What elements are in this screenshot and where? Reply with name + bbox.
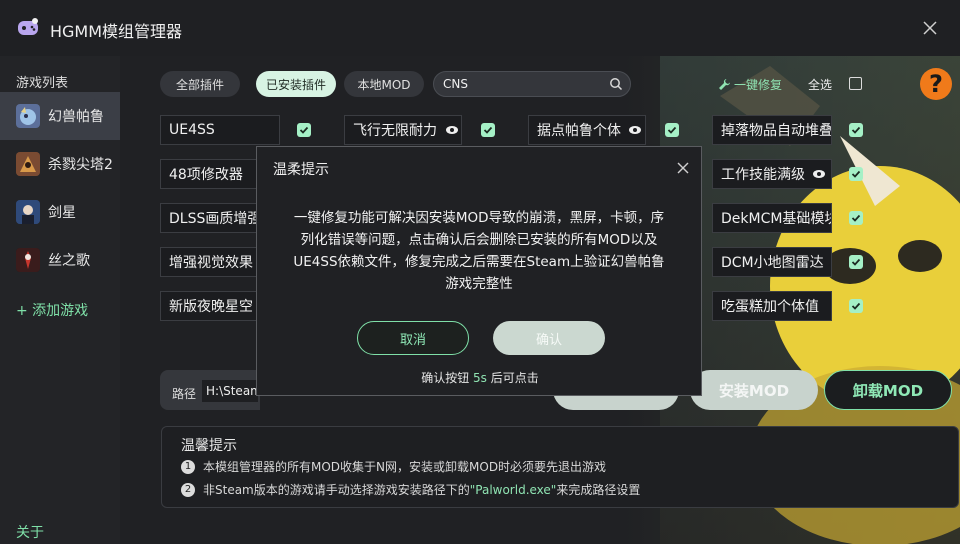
search-input[interactable] — [443, 77, 603, 91]
plugin-name: 飞行无限耐力 — [353, 123, 437, 139]
check-icon — [299, 126, 309, 134]
plugin-checkbox[interactable] — [849, 299, 863, 313]
plugin-checkbox[interactable] — [665, 123, 679, 137]
check-icon — [851, 258, 861, 266]
dialog-message: 一键修复功能可解决因安装MOD导致的崩溃，黑屏，卡顿，序列化错误等问题，点击确认… — [293, 210, 665, 292]
dialog-close-icon[interactable] — [675, 160, 691, 176]
select-all-label: 全选 — [808, 78, 833, 92]
silksong-icon — [16, 248, 40, 272]
tip-number-badge: 2 — [181, 482, 195, 497]
wrench-icon — [719, 79, 730, 90]
sidebar-item-label: 丝之歌 — [48, 253, 90, 269]
plugin-checkbox[interactable] — [481, 123, 495, 137]
plugin-checkbox[interactable] — [297, 123, 311, 137]
palworld-icon — [16, 104, 40, 128]
tip-row: 1 本模组管理器的所有MOD收集于N网，安装或卸载MOD时必须要先退出游戏 — [181, 458, 606, 475]
add-game-button[interactable]: + 添加游戏 — [16, 300, 88, 320]
about-link[interactable]: 关于 — [16, 522, 44, 542]
tip-text: 本模组管理器的所有MOD收集于N网，安装或卸载MOD时必须要先退出游戏 — [203, 460, 607, 474]
tip-row: 2 非Steam版本的游戏请手动选择游戏安装路径下的 "Palworld.exe"… — [181, 481, 640, 498]
sidebar-item-silksong[interactable]: 丝之歌 — [0, 236, 120, 284]
path-label: 路径 — [172, 387, 197, 401]
tip-text: 来完成路径设置 — [556, 483, 641, 497]
countdown-text: 后可点击 — [486, 371, 539, 385]
countdown-text: 确认按钮 — [421, 371, 474, 385]
dialog-confirm-button[interactable]: 确认 — [493, 321, 605, 355]
check-icon — [851, 170, 861, 178]
repair-label: 一键修复 — [734, 78, 783, 92]
countdown-seconds: 5s — [473, 371, 487, 385]
search-icon[interactable] — [609, 77, 623, 91]
plugin-cell[interactable]: 掉落物品自动堆叠 — [712, 115, 832, 145]
sidebar-item-label: 剑星 — [48, 205, 76, 221]
plugin-checkbox[interactable] — [849, 255, 863, 269]
tip-text: 非Steam版本的游戏请手动选择游戏安装路径下的 — [203, 483, 470, 497]
check-icon — [851, 302, 861, 310]
tips-title: 温馨提示 — [181, 438, 237, 454]
app-logo-icon — [18, 18, 38, 35]
check-icon — [851, 214, 861, 222]
plugin-cell[interactable]: DekMCM基础模块 — [712, 203, 832, 233]
check-icon — [851, 126, 861, 134]
sidebar-item-stellar-blade[interactable]: 剑星 — [0, 188, 120, 236]
plugin-checkbox[interactable] — [849, 211, 863, 225]
window-close-icon[interactable] — [920, 18, 940, 38]
path-input[interactable]: H:\Steam — [202, 380, 258, 402]
sidebar-item-label: 幻兽帕鲁 — [48, 109, 104, 125]
app-title: HGMM模组管理器 — [50, 22, 183, 41]
check-icon — [483, 126, 493, 134]
filter-local-mod[interactable]: 本地MOD — [344, 71, 424, 97]
plugin-checkbox[interactable] — [849, 123, 863, 137]
filter-all-plugins[interactable]: 全部插件 — [160, 71, 240, 97]
tip-number-badge: 1 — [181, 459, 195, 474]
plugin-checkbox[interactable] — [849, 167, 863, 181]
search-box — [433, 71, 631, 97]
one-click-repair-button[interactable]: 一键修复 — [718, 76, 782, 93]
slay-the-spire-icon — [16, 152, 40, 176]
plugin-cell[interactable]: DCM小地图雷达 — [712, 247, 832, 277]
check-icon — [667, 126, 677, 134]
eye-icon[interactable] — [445, 125, 459, 135]
install-mod-button[interactable]: 安装MOD — [690, 370, 818, 410]
sidebar-item-palworld[interactable]: 幻兽帕鲁 — [0, 92, 120, 140]
uninstall-mod-button[interactable]: 卸载MOD — [824, 370, 952, 410]
plugin-name: 工作技能满级 — [721, 167, 805, 183]
eye-icon[interactable] — [628, 125, 642, 135]
plugin-cell[interactable]: 吃蛋糕加个体值 — [712, 291, 832, 321]
eye-icon[interactable] — [812, 169, 826, 179]
sidebar-heading: 游戏列表 — [16, 76, 69, 91]
sidebar-item-slay-the-spire-2[interactable]: 杀戮尖塔2 — [0, 140, 120, 188]
title-bar: HGMM模组管理器 — [0, 0, 960, 56]
dialog-title: 温柔提示 — [273, 162, 329, 178]
select-all-checkbox[interactable] — [849, 77, 862, 90]
help-button[interactable]: ? — [920, 68, 952, 100]
sidebar: 游戏列表 幻兽帕鲁 杀戮尖塔2 剑星 丝之歌 + 添加游戏 关于 — [0, 56, 120, 544]
dialog-cancel-button[interactable]: 取消 — [357, 321, 469, 355]
plugin-cell[interactable]: UE4SS — [160, 115, 280, 145]
plugin-name: 据点帕鲁个体 — [537, 123, 621, 139]
sidebar-item-label: 杀戮尖塔2 — [48, 157, 113, 173]
stellar-blade-icon — [16, 200, 40, 224]
filter-installed-plugins[interactable]: 已安装插件 — [256, 71, 336, 97]
tip-exe-name: "Palworld.exe" — [469, 482, 557, 497]
repair-confirm-dialog: 温柔提示 一键修复功能可解决因安装MOD导致的崩溃，黑屏，卡顿，序列化错误等问题… — [256, 146, 702, 396]
dialog-countdown: 确认按钮 5s 后可点击 — [257, 369, 703, 386]
